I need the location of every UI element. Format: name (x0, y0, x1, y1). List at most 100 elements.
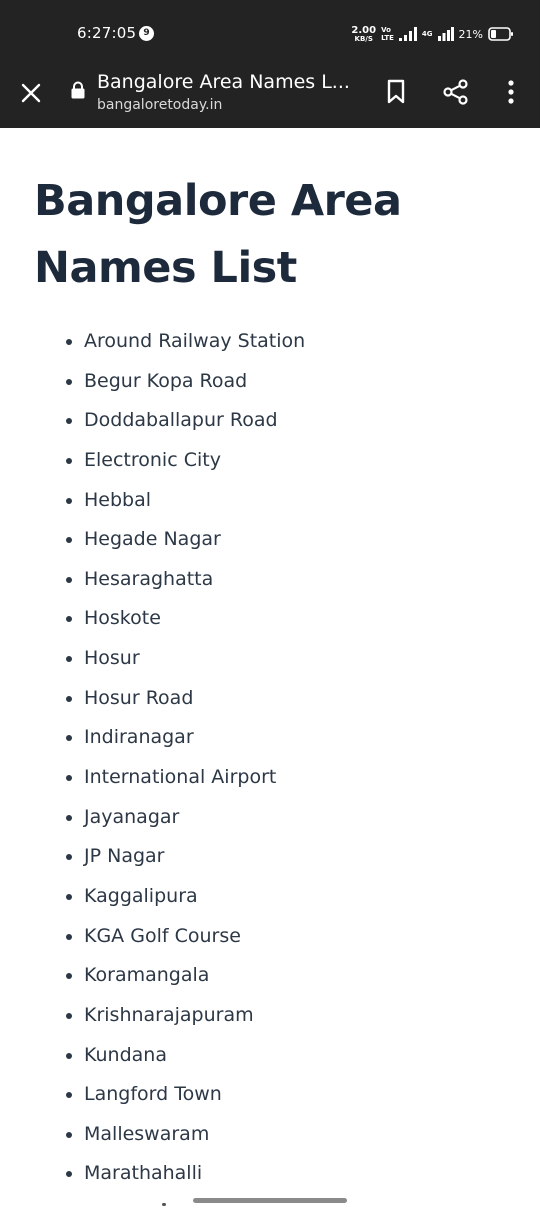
list-item-label: Marathahalli (84, 1162, 203, 1185)
list-item-label: Langford Town (84, 1083, 222, 1106)
list-item-label: Doddaballapur Road (84, 409, 278, 432)
bullet-icon (66, 775, 72, 782)
bullet-icon (66, 576, 72, 583)
bookmark-button[interactable] (382, 77, 410, 107)
volte-bottom: LTE (381, 34, 394, 42)
page-content: Bangalore Area Names List Around Railway… (0, 128, 540, 1206)
bullet-icon (66, 537, 72, 544)
bullet-icon (66, 1012, 72, 1019)
lock-icon (71, 81, 85, 99)
list-item: Hosur Road (66, 679, 305, 719)
bullet-icon (66, 933, 72, 940)
volte-indicator: Vo LTE (381, 26, 394, 42)
list-item: Kaggalipura (66, 877, 305, 917)
volte-top: Vo (381, 26, 391, 34)
list-item-label: Hegade Nagar (84, 528, 221, 551)
bullet-icon (66, 656, 72, 663)
notification-badge: 9 (139, 26, 154, 41)
list-item-label: Electronic City (84, 448, 221, 471)
network-type-label: 4G (421, 30, 433, 38)
bullet-icon (66, 1171, 72, 1178)
list-item: Begur Kopa Road (66, 362, 305, 402)
bullet-icon (66, 854, 72, 861)
article-title-line1: Bangalore Area (34, 176, 402, 226)
bullet-icon (66, 893, 72, 900)
bullet-icon (66, 1092, 72, 1099)
list-item: Marathahalli (66, 1154, 305, 1194)
list-item-label: Koramangala (84, 964, 210, 987)
list-item: Krishnarajapuram (66, 996, 305, 1036)
more-menu-button[interactable] (498, 76, 524, 108)
list-item: Electronic City (66, 441, 305, 481)
list-item-label: Kundana (84, 1043, 167, 1066)
list-item-label: Kaggalipura (84, 884, 198, 907)
area-list: Around Railway Station Begur Kopa Road Dod… (66, 322, 305, 1194)
page-url[interactable]: bangaloretoday.in (97, 97, 222, 113)
battery-icon (488, 27, 513, 41)
status-icons: 2.00 KB/S Vo LTE 4G 21% (351, 24, 514, 44)
bookmark-icon (387, 79, 405, 104)
close-button[interactable] (16, 78, 46, 108)
share-icon (443, 79, 468, 105)
list-item: Around Railway Station (66, 322, 305, 362)
share-button[interactable] (440, 76, 472, 108)
list-item-label: Hoskote (84, 607, 161, 630)
bullet-icon (66, 1052, 72, 1059)
bullet-icon (66, 695, 72, 702)
list-item-label: Hosur (84, 647, 140, 670)
list-item: Kundana (66, 1036, 305, 1076)
list-item: Koramangala (66, 956, 305, 996)
home-indicator[interactable] (193, 1198, 347, 1203)
close-icon (21, 83, 41, 103)
list-item-label: Malleswaram (84, 1122, 210, 1145)
list-item-label: Krishnarajapuram (84, 1003, 254, 1026)
bullet-icon (66, 973, 72, 980)
list-item: Hoskote (66, 599, 305, 639)
list-item-label: Hebbal (84, 488, 152, 511)
list-item: Hebbal (66, 481, 305, 521)
list-item: Hegade Nagar (66, 520, 305, 560)
screen: 6:27:05 9 2.00 KB/S Vo LTE 4G 21% Bangal… (0, 0, 540, 1206)
bullet-icon (66, 418, 72, 425)
bullet-icon (66, 497, 72, 504)
list-item-label: Hosur Road (84, 686, 194, 709)
network-speed-value: 2.00 (351, 24, 377, 36)
list-item: Langford Town (66, 1075, 305, 1115)
list-item-label: KGA Golf Course (84, 924, 241, 947)
list-item: Hesaraghatta (66, 560, 305, 600)
list-item: Doddaballapur Road (66, 401, 305, 441)
status-bar: 6:27:05 9 2.00 KB/S Vo LTE 4G 21% (0, 0, 540, 64)
more-vertical-icon (508, 80, 514, 104)
list-item-label: Jayanagar (84, 805, 180, 828)
network-speed: 2.00 KB/S (351, 24, 377, 43)
list-item-label: Begur Kopa Road (84, 369, 248, 392)
list-item: Hosur (66, 639, 305, 679)
list-item-label: Around Railway Station (84, 330, 306, 352)
bullet-icon (66, 378, 72, 385)
list-item: JP Nagar (66, 837, 305, 877)
network-speed-unit: KB/S (354, 34, 373, 43)
bullet-icon (66, 814, 72, 821)
page-title[interactable]: Bangalore Area Names L... (97, 71, 362, 93)
network-type: 4G (422, 30, 433, 38)
list-item: International Airport (66, 758, 305, 798)
bullet-icon (66, 1131, 72, 1138)
bullet-icon (66, 735, 72, 742)
signal-icon (398, 27, 417, 41)
signal-icon-2 (437, 27, 454, 41)
list-item: Malleswaram (66, 1115, 305, 1155)
status-time: 6:27:05 (77, 24, 137, 42)
list-item-label: Hesaraghatta (84, 567, 214, 590)
list-item: Indiranagar (66, 718, 305, 758)
bullet-icon (66, 457, 72, 464)
bullet-icon (66, 616, 72, 623)
article-title-line2: Names List (34, 243, 297, 293)
list-item: KGA Golf Course (66, 917, 305, 957)
list-item: Jayanagar (66, 798, 305, 838)
browser-toolbar: Bangalore Area Names L... bangaloretoday… (0, 64, 540, 128)
list-item-label: International Airport (84, 766, 277, 789)
bullet-icon (66, 339, 72, 345)
article-title: Bangalore Area Names List (34, 168, 454, 302)
list-item-label: Indiranagar (84, 726, 194, 749)
battery-percent: 21% (458, 27, 483, 41)
